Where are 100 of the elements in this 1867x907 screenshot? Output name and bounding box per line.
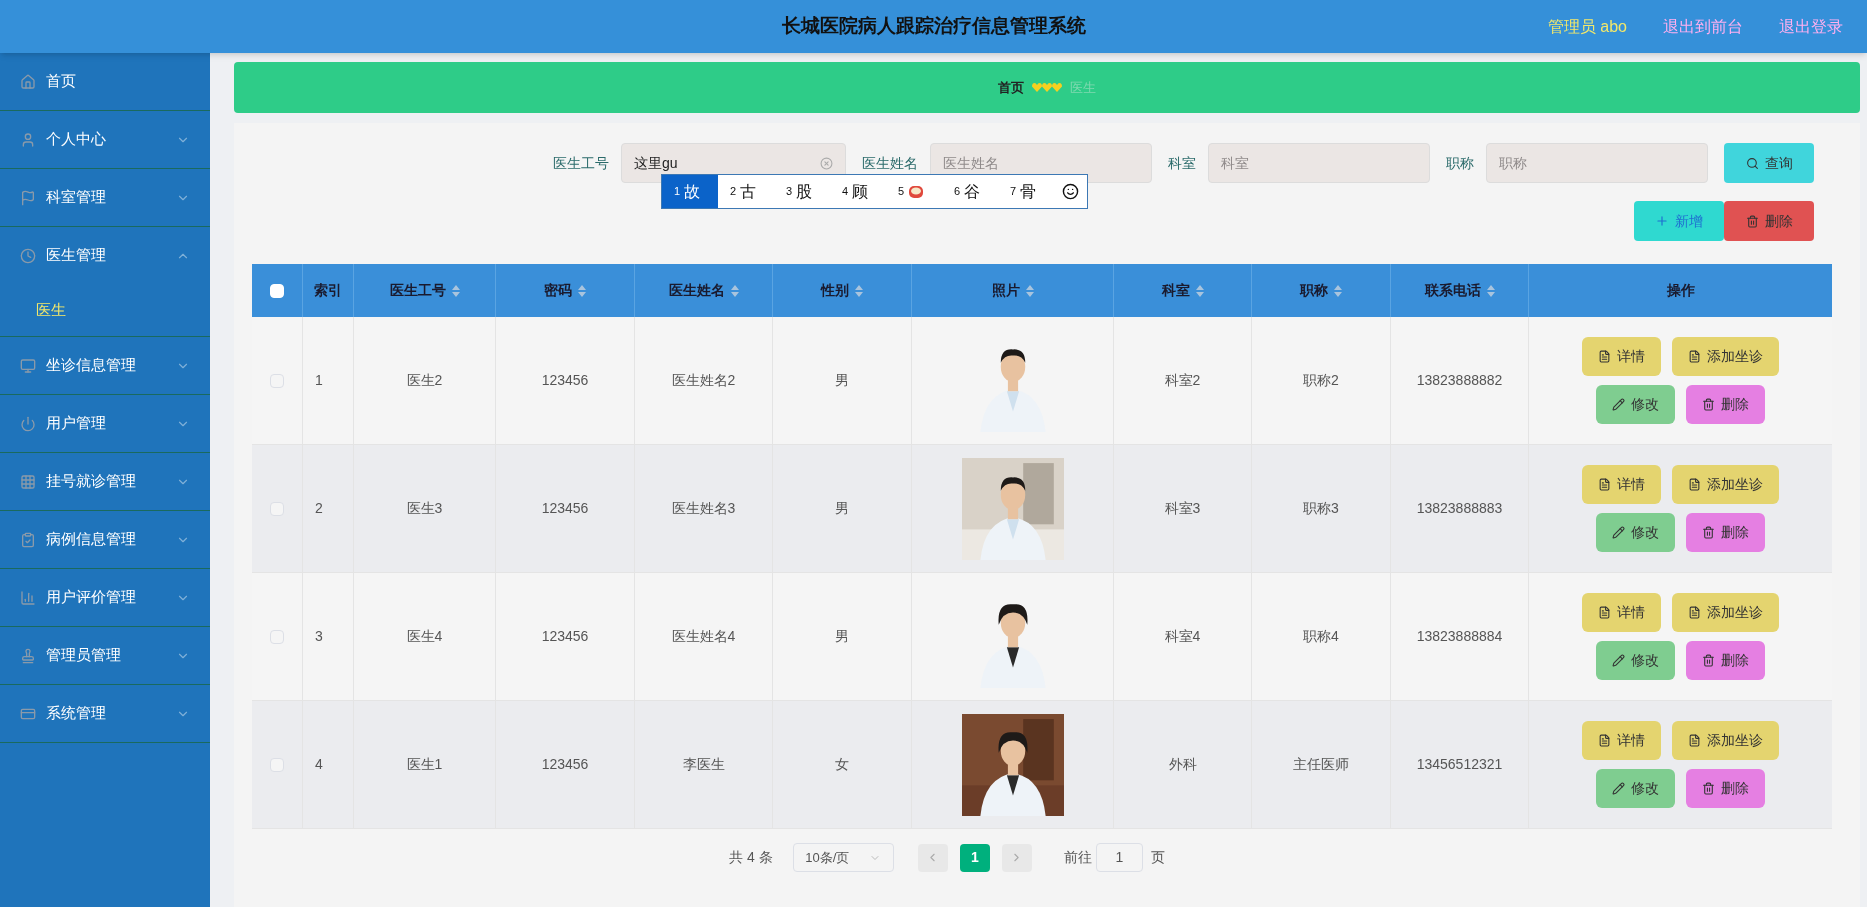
sidebar-item[interactable]: 个人中心 — [0, 111, 210, 168]
total-count: 共 4 条 — [729, 848, 773, 867]
sidebar-subitem[interactable]: 医生 — [0, 284, 210, 336]
table-cell-text: 13823888884 — [1416, 627, 1503, 646]
breadcrumb-link[interactable]: 首页 — [998, 77, 1024, 98]
checkbox[interactable] — [270, 629, 284, 644]
previous-page-button[interactable] — [917, 843, 948, 872]
trash-icon — [1702, 398, 1715, 411]
checkbox[interactable] — [270, 373, 284, 388]
page-size-select[interactable]: 10条/页 — [792, 843, 894, 872]
edit-button[interactable]: 修改 — [1596, 385, 1675, 424]
delete-button[interactable]: 删除 — [1686, 641, 1765, 680]
sort-icon[interactable] — [1025, 284, 1034, 297]
home-icon — [20, 73, 36, 90]
table-cell-text: 123456 — [541, 371, 589, 390]
table-cell-text: 医生3 — [406, 499, 443, 518]
table-cell-text: 医生姓名2 — [671, 371, 736, 390]
table-cell-text: 职称4 — [1303, 627, 1339, 646]
page-button[interactable]: 1 — [959, 843, 990, 872]
trash-icon — [1745, 214, 1759, 228]
checkbox[interactable] — [270, 757, 284, 772]
table-cell-text: 科室2 — [1164, 371, 1201, 390]
page-suffix: 页 — [1150, 848, 1165, 867]
add-button[interactable]: 新增 — [1634, 201, 1724, 241]
stamp-icon — [20, 647, 36, 664]
system-title: 长城医院病人跟踪治疗信息管理系统 — [781, 14, 1086, 39]
sidebar-item[interactable]: 系统管理 — [0, 685, 210, 742]
sidebar-item[interactable]: 医生管理 — [0, 227, 210, 284]
pencil-icon — [1612, 654, 1625, 667]
sort-icon[interactable] — [1334, 284, 1342, 297]
detail-button[interactable]: 添加坐诊 — [1672, 465, 1779, 504]
monitor-icon — [20, 357, 36, 374]
sidebar-item[interactable]: 挂号就诊管理 — [0, 453, 210, 510]
sort-icon[interactable] — [855, 284, 863, 297]
delete-button[interactable]: 删除 — [1686, 385, 1765, 424]
delete-button[interactable]: 删除 — [1686, 513, 1765, 552]
pencil-icon — [1612, 398, 1625, 411]
pencil-icon — [1612, 526, 1625, 539]
table-cell-text: 1 — [315, 371, 323, 390]
detail-button[interactable]: 详情 — [1582, 593, 1661, 632]
sort-icon[interactable] — [1195, 284, 1204, 297]
sort-icon[interactable] — [1486, 284, 1495, 297]
trash-icon — [1702, 654, 1715, 667]
detail-button[interactable]: 添加坐诊 — [1672, 721, 1779, 760]
table-cell-text: 13823888883 — [1416, 499, 1503, 518]
document-icon — [1598, 350, 1611, 363]
goto-label: 前往 — [1063, 848, 1092, 867]
search-field[interactable]: 职称 — [1486, 143, 1708, 183]
edit-button[interactable]: 修改 — [1596, 513, 1675, 552]
checkbox[interactable] — [270, 501, 284, 516]
document-icon — [1688, 350, 1701, 363]
clipboard-icon — [20, 531, 36, 548]
detail-button[interactable]: 详情 — [1582, 465, 1661, 504]
table-cell-text: 医生1 — [406, 755, 443, 774]
sidebar-item[interactable]: 首页 — [0, 53, 210, 110]
table-cell-text: 李医生 — [682, 755, 725, 774]
field-label: 医生工号 — [553, 153, 609, 173]
grid-icon — [20, 473, 36, 490]
sort-icon[interactable] — [578, 284, 586, 297]
delete-button[interactable]: 删除 — [1724, 201, 1814, 241]
sidebar-item[interactable]: 科室管理 — [0, 169, 210, 226]
edit-button[interactable]: 修改 — [1596, 641, 1675, 680]
search-button[interactable]: 查询 — [1724, 143, 1814, 183]
table-cell-text: 科室3 — [1164, 499, 1201, 518]
sort-icon[interactable] — [730, 284, 739, 297]
detail-button[interactable]: 详情 — [1582, 721, 1661, 760]
sidebar-item[interactable]: 用户评价管理 — [0, 569, 210, 626]
table-cell-text: 123456 — [541, 755, 589, 774]
document-icon — [1598, 734, 1611, 747]
table-cell-text: 医生2 — [406, 371, 443, 390]
sidebar-item[interactable]: 坐诊信息管理 — [0, 337, 210, 394]
detail-button[interactable]: 详情 — [1582, 337, 1661, 376]
emoji-icon[interactable] — [1062, 183, 1079, 200]
drum-emoji-icon — [908, 183, 925, 200]
table-cell-text: 2 — [315, 499, 323, 518]
delete-button[interactable]: 删除 — [1686, 769, 1765, 808]
table-cell-text: 男 — [835, 499, 849, 518]
column-header[interactable]: 操作 — [1529, 264, 1832, 317]
table-cell-text: 科室4 — [1164, 627, 1201, 646]
trash-icon — [1702, 526, 1715, 539]
table-cell-text: 外科 — [1168, 755, 1197, 774]
sidebar-item[interactable]: 用户管理 — [0, 395, 210, 452]
detail-button[interactable]: 添加坐诊 — [1672, 337, 1779, 376]
user-icon — [20, 131, 36, 148]
search-field[interactable]: 科室 — [1208, 143, 1430, 183]
ime-candidate[interactable]: 1 故 — [662, 175, 718, 208]
sort-icon[interactable] — [451, 284, 460, 297]
table-cell-text: 职称2 — [1303, 371, 1339, 390]
clear-icon — [820, 156, 833, 170]
edit-button[interactable]: 修改 — [1596, 769, 1675, 808]
detail-button[interactable]: 添加坐诊 — [1672, 593, 1779, 632]
field-label: 职称 — [1446, 153, 1474, 173]
search-icon — [1745, 156, 1759, 170]
chart-icon — [20, 589, 36, 606]
goto-page-field[interactable]: 1 — [1095, 843, 1143, 872]
table-cell-text: 13456512321 — [1416, 755, 1503, 774]
sidebar-item[interactable]: 病例信息管理 — [0, 511, 210, 568]
next-page-button[interactable] — [1001, 843, 1032, 872]
sidebar-item[interactable]: 管理员管理 — [0, 627, 210, 684]
table-cell-text: 职称3 — [1303, 499, 1339, 518]
